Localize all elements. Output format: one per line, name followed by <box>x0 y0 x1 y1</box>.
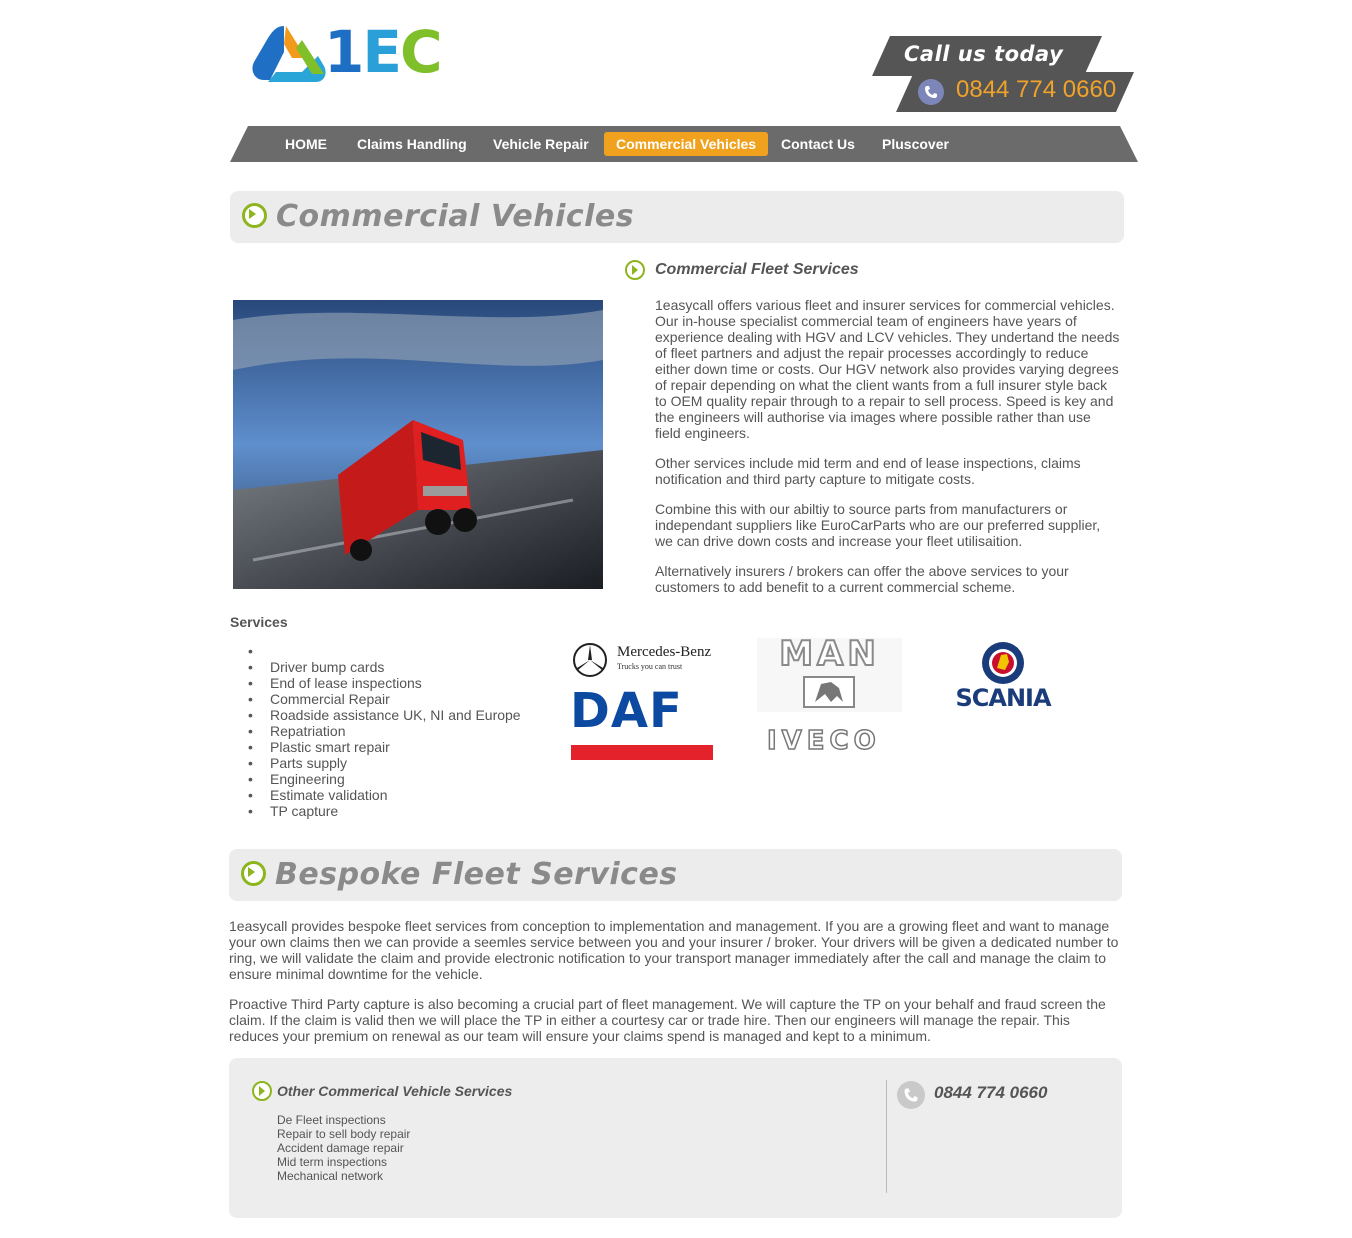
phone-icon <box>918 79 944 105</box>
subtitle-commercial-fleet-services: Commercial Fleet Services <box>655 261 859 278</box>
man-logo: MAN <box>757 633 902 712</box>
list-item: Plastic smart repair <box>230 739 550 755</box>
bespoke-paragraph-2: Proactive Third Party capture is also be… <box>229 996 1106 1044</box>
other-services-title: Other Commerical Vehicle Services <box>277 1083 513 1099</box>
nav-item-vehicle-repair[interactable]: Vehicle Repair <box>481 132 601 156</box>
fleet-paragraph-1: 1easycall offers various fleet and insur… <box>655 297 1120 441</box>
iveco-logo: IVECO <box>766 725 881 757</box>
list-item: Engineering <box>230 771 550 787</box>
nav-item-home[interactable]: HOME <box>273 132 339 156</box>
list-item <box>230 643 550 659</box>
scania-griffin-icon <box>982 642 1024 684</box>
scania-wordmark: SCANIA <box>955 684 1051 712</box>
mercedes-benz-logo: Mercedes-Benz Trucks you can trust <box>570 640 720 680</box>
header-phone-number: 0844 774 0660 <box>956 76 1117 103</box>
other-services-list: De Fleet inspections Repair to sell body… <box>277 1113 410 1183</box>
fleet-paragraph-2: Other services include mid term and end … <box>655 455 1081 487</box>
other-services-panel: Other Commerical Vehicle Services De Fle… <box>229 1058 1122 1218</box>
list-item: Parts supply <box>230 755 550 771</box>
arrow-circle-icon <box>241 861 266 886</box>
bespoke-paragraph-1: 1easycall provides bespoke fleet service… <box>229 918 1119 982</box>
page-title: Commercial Vehicles <box>276 199 635 234</box>
arrow-circle-icon <box>625 260 645 280</box>
list-item: Mid term inspections <box>277 1155 388 1169</box>
section-title-bespoke: Bespoke Fleet Services <box>275 857 678 892</box>
mercedes-tagline: Trucks you can trust <box>617 662 683 671</box>
daf-logo: DAF <box>570 683 714 761</box>
scania-logo: SCANIA <box>942 640 1064 714</box>
list-item: End of lease inspections <box>230 675 550 691</box>
nav-item-claims-handling[interactable]: Claims Handling <box>345 132 479 156</box>
nav-item-pluscover[interactable]: Pluscover <box>870 132 961 156</box>
list-item: Driver bump cards <box>230 659 550 675</box>
list-item: Commercial Repair <box>230 691 550 707</box>
mercedes-star-icon <box>573 643 607 677</box>
list-item: Repatriation <box>230 723 550 739</box>
mercedes-wordmark: Mercedes-Benz <box>617 644 712 660</box>
list-item: Estimate validation <box>230 787 550 803</box>
nav-item-commercial-vehicles[interactable]: Commercial Vehicles <box>604 132 769 156</box>
fleet-paragraph-4: Alternatively insurers / brokers can off… <box>655 563 1069 595</box>
services-list: Driver bump cards End of lease inspectio… <box>230 643 550 819</box>
site-logo[interactable]: 1EC <box>246 18 446 88</box>
phone-icon <box>897 1081 925 1109</box>
header-phone-banner[interactable]: 0844 774 0660 <box>896 72 1134 112</box>
list-item: De Fleet inspections <box>277 1113 386 1127</box>
arrow-circle-icon <box>252 1081 272 1101</box>
list-item: Repair to sell body repair <box>277 1127 411 1141</box>
man-lion-icon <box>803 676 855 708</box>
list-item: Roadside assistance UK, NI and Europe <box>230 707 550 723</box>
arrow-circle-icon <box>242 203 267 228</box>
list-item: TP capture <box>230 803 550 819</box>
list-item: Accident damage repair <box>277 1141 404 1155</box>
section-header-commercial-vehicles: Commercial Vehicles <box>230 191 1124 243</box>
call-us-banner: Call us today <box>872 36 1102 76</box>
logo-triangle-icon <box>252 26 326 82</box>
daf-wordmark: DAF <box>570 683 683 739</box>
list-item: Mechanical network <box>277 1169 384 1183</box>
nav-item-contact-us[interactable]: Contact Us <box>769 132 867 156</box>
fleet-paragraph-3: Combine this with our abiltiy to source … <box>655 501 1101 549</box>
daf-red-stripe <box>571 745 713 760</box>
services-heading: Services <box>230 614 288 630</box>
panel-phone-number[interactable]: 0844 774 0660 <box>934 1083 1047 1103</box>
panel-divider <box>886 1080 887 1193</box>
red-truck-image <box>233 300 603 589</box>
section-header-bespoke-fleet-services: Bespoke Fleet Services <box>229 849 1122 901</box>
man-wordmark: MAN <box>778 633 880 675</box>
call-us-label: Call us today <box>904 42 1064 66</box>
logo-wordmark: 1EC <box>324 18 443 86</box>
main-nav: HOME Claims Handling Vehicle Repair Comm… <box>230 126 1138 162</box>
